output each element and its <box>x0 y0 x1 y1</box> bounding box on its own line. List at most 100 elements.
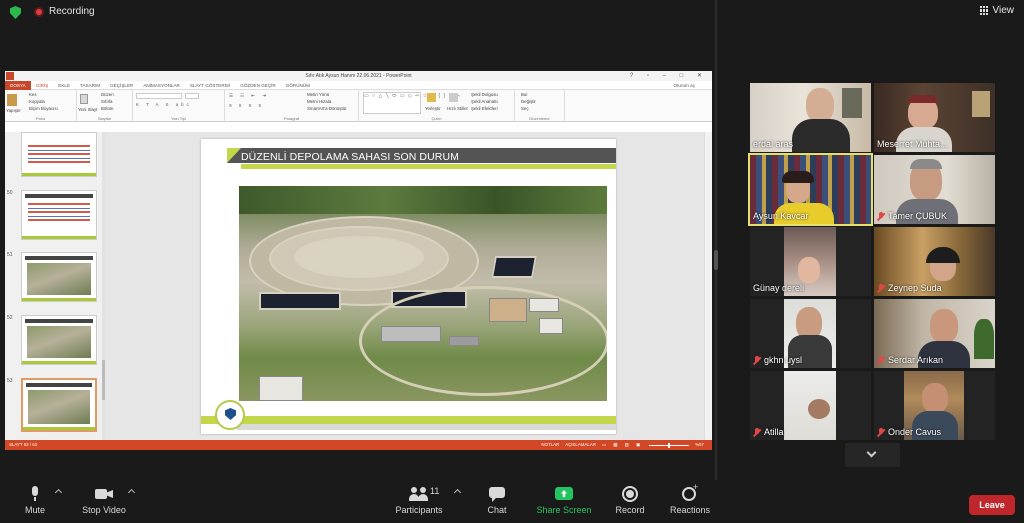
font-size-select[interactable] <box>185 93 199 99</box>
font-name-select[interactable] <box>136 93 182 99</box>
arrange-icon[interactable] <box>427 93 436 102</box>
window-controls[interactable]: ? ▫ – □ ✕ <box>630 71 708 81</box>
new-slide-button[interactable]: Yeni Slayt <box>78 107 97 112</box>
slide-title: DÜZENLİ DEPOLAMA SAHASI SON DURUM <box>241 151 460 163</box>
slide-scrollbar[interactable] <box>704 132 712 440</box>
participant-name: Onder Cavus <box>877 427 941 437</box>
quick-styles-button[interactable]: Hızlı Stiller <box>447 106 468 111</box>
participant-tile[interactable]: Serdar Arıkan <box>874 299 995 368</box>
tab-file[interactable]: DOSYA <box>5 80 31 90</box>
notes-button[interactable]: NOTLAR <box>541 440 559 450</box>
paste-button[interactable]: Yapıştır <box>6 108 21 113</box>
tab-design[interactable]: TASARIM <box>75 83 105 88</box>
participant-tile[interactable]: gkhn uysl <box>750 299 871 368</box>
view-button[interactable]: View <box>979 5 1014 16</box>
slide-thumbnail-49[interactable] <box>21 132 97 177</box>
zoom-level[interactable]: %57 <box>695 440 704 450</box>
ppt-status-bar: SLAYT 53 / 63 NOTLAR AÇIKLAMALAR ▭ ▦ ▥ ▣… <box>5 440 712 450</box>
participant-tile[interactable]: Tamer ÇUBUK <box>874 155 995 224</box>
section-button[interactable]: Bölüm <box>101 106 113 111</box>
align-buttons[interactable]: ≡ ≡ ≡ ≡ <box>229 103 264 108</box>
encryption-shield-icon[interactable] <box>10 6 21 19</box>
participant-tile[interactable]: Günay dereli <box>750 227 871 296</box>
select-button[interactable]: Seç <box>521 106 529 111</box>
copy-button[interactable]: Kopyala <box>29 99 45 104</box>
participants-button[interactable]: 11 Participants <box>392 486 446 515</box>
mute-button[interactable]: Mute <box>18 486 52 515</box>
meeting-toolbar: Mute Stop Video 11 Participants Chat Sha… <box>0 480 1024 523</box>
text-direction-button[interactable]: Metin Yönü <box>307 92 329 97</box>
font-group: K T A S abc Yazı Tipi <box>133 90 225 122</box>
slide-thumbnail-51[interactable] <box>21 252 97 302</box>
slide-thumbnail-53[interactable] <box>21 378 97 432</box>
tab-home[interactable]: GİRİŞ <box>31 83 54 88</box>
align-text-button[interactable]: Metni Hizala <box>307 99 331 104</box>
participant-tile-active-speaker[interactable]: Aysun Kavcar <box>748 153 873 226</box>
view-mode-icons[interactable]: ▭ ▦ ▥ ▣ <box>602 440 643 450</box>
replace-button[interactable]: Değiştir <box>521 99 536 104</box>
layout-button[interactable]: Düzen <box>101 92 114 97</box>
new-slide-icon[interactable] <box>80 94 88 104</box>
arrange-button[interactable]: Yerleştir <box>425 106 441 111</box>
slides-label: Slaytlar <box>97 116 112 121</box>
leave-button[interactable]: Leave <box>969 495 1015 515</box>
tab-animations[interactable]: ANİMASYONLAR <box>138 83 185 88</box>
shapes-gallery[interactable]: ▭ ○ △ ╲ ⬭ ▭ ◇ ⇨ ☆ ⬠ { } ↻ ⌒ <box>363 92 460 114</box>
list-buttons[interactable]: ☰ ☷ ⇤ ⇥ <box>229 93 269 99</box>
participants-icon <box>409 486 429 502</box>
record-label: Record <box>615 505 645 515</box>
participant-tile[interactable]: Zeynep Suda <box>874 227 995 296</box>
recording-label: Recording <box>49 6 95 17</box>
quick-styles-icon[interactable] <box>449 93 458 102</box>
tab-slideshow[interactable]: SLAYT GÖSTERİSİ <box>185 83 235 88</box>
audio-options-caret[interactable] <box>54 488 63 497</box>
microphone-icon <box>31 486 39 502</box>
muted-mic-icon <box>877 427 885 437</box>
share-screen-icon <box>555 486 573 502</box>
panel-resize-handle[interactable] <box>714 250 718 270</box>
zoom-slider[interactable] <box>649 442 690 448</box>
current-slide[interactable]: DÜZENLİ DEPOLAMA SAHASI SON DURUM <box>201 139 616 434</box>
participant-tile[interactable]: Onder Cavus <box>874 371 995 440</box>
paste-icon[interactable] <box>7 94 17 106</box>
tab-review[interactable]: GÖZDEN GEÇİR <box>235 83 280 88</box>
reset-button[interactable]: Sıfırla <box>101 99 112 104</box>
stop-video-button[interactable]: Stop Video <box>78 486 130 515</box>
powerpoint-logo-icon <box>6 72 14 80</box>
find-button[interactable]: Bul <box>521 92 527 97</box>
ppt-window-title: Sıfır Atık Aysun Hanım 22.06.2021 - Powe… <box>305 73 412 79</box>
format-painter-button[interactable]: Biçim Boyacısı <box>29 106 58 111</box>
ppt-ribbon-tabs: DOSYA GİRİŞ EKLE TASARIM GEÇİŞLER ANİMAS… <box>5 80 712 90</box>
chat-button[interactable]: Chat <box>482 486 512 515</box>
participant-tile[interactable]: Atilla <box>750 371 871 440</box>
participant-name: Serdar Arıkan <box>877 355 943 365</box>
record-button[interactable]: Record <box>612 486 648 515</box>
participant-tile[interactable]: Meserret Muhta... <box>874 83 995 152</box>
sign-in-link[interactable]: Oturum aç <box>669 83 700 88</box>
smartart-button[interactable]: SmartArt'a Dönüştür <box>307 106 347 111</box>
record-icon <box>622 486 638 502</box>
shape-outline-button[interactable]: Şekil Anahattı <box>471 99 498 104</box>
font-label: Yazı Tipi <box>170 116 187 121</box>
font-format-buttons[interactable]: K T A S abc <box>136 102 192 107</box>
comments-button[interactable]: AÇIKLAMALAR <box>565 440 596 450</box>
tab-transitions[interactable]: GEÇİŞLER <box>105 83 138 88</box>
cut-button[interactable]: Kes <box>29 92 37 97</box>
muted-mic-icon <box>877 283 885 293</box>
slide-thumbnail-50[interactable] <box>21 190 97 240</box>
tab-insert[interactable]: EKLE <box>53 83 75 88</box>
participant-tile[interactable]: erdal aras <box>750 83 871 152</box>
participants-options-caret[interactable] <box>453 488 462 497</box>
shape-fill-button[interactable]: Şekil Dolgusu <box>471 92 498 97</box>
recording-icon <box>34 7 44 17</box>
shape-effects-button[interactable]: Şekil Efektleri <box>471 106 498 111</box>
thumbnail-scrollbar[interactable] <box>102 132 105 440</box>
slide-thumbnail-52[interactable] <box>21 315 97 365</box>
chevron-down-icon <box>866 447 877 458</box>
reactions-button[interactable]: Reactions <box>668 482 712 515</box>
next-page-button[interactable] <box>845 443 900 467</box>
participant-name: Tamer ÇUBUK <box>877 211 947 221</box>
slide-footer-bar <box>201 416 616 424</box>
tab-view[interactable]: GÖRÜNÜM <box>281 83 315 88</box>
share-screen-button[interactable]: Share Screen <box>535 486 593 515</box>
